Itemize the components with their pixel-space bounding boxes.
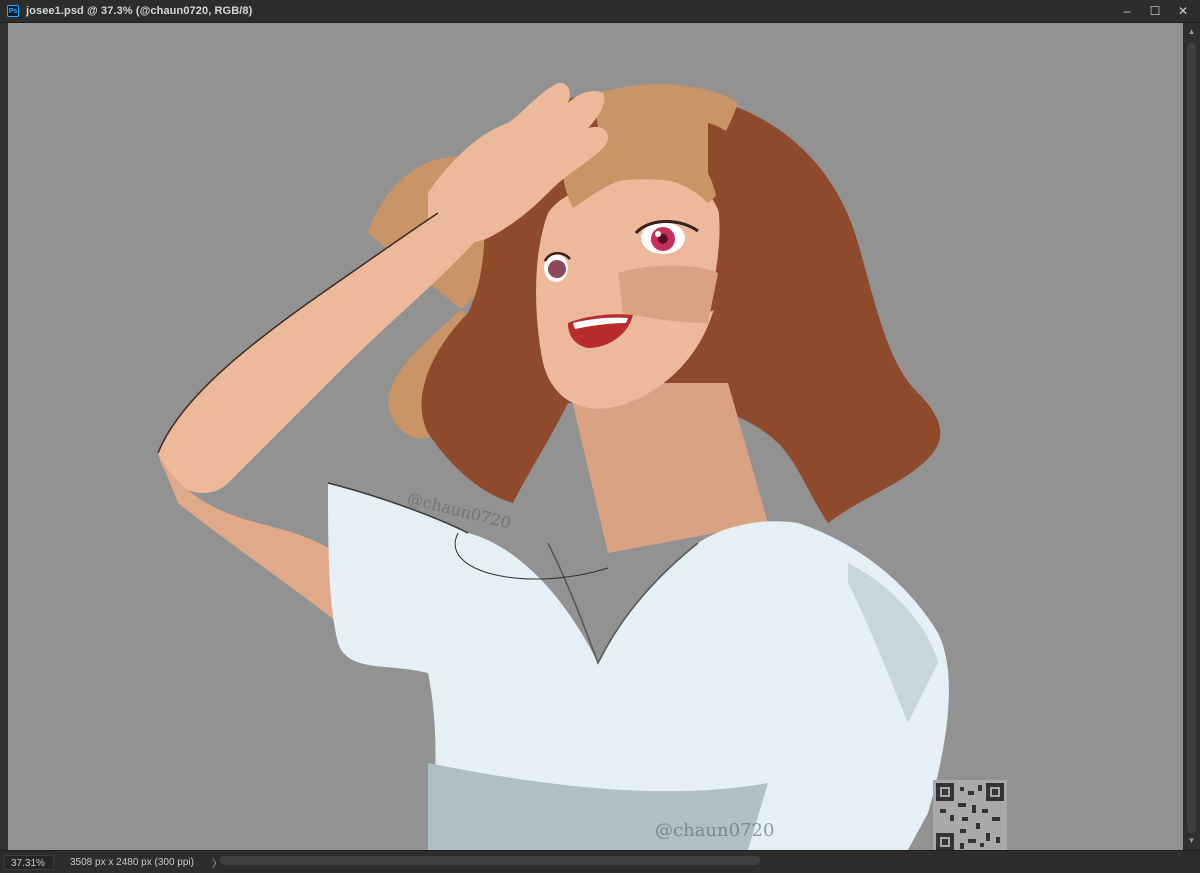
photoshop-app-icon: Ps bbox=[7, 5, 19, 17]
left-gutter bbox=[0, 23, 8, 850]
document-title: josee1.psd @ 37.3% (@chaun0720, RGB/8) bbox=[26, 5, 253, 17]
right-eye-highlight bbox=[655, 231, 661, 237]
scroll-down-icon[interactable]: ▼ bbox=[1183, 834, 1200, 848]
scroll-up-icon[interactable]: ▲ bbox=[1183, 25, 1200, 39]
artwork-illustration bbox=[157, 82, 949, 850]
vertical-scrollbar[interactable]: ▲ ▼ bbox=[1183, 23, 1200, 850]
minimize-icon: – bbox=[1123, 3, 1131, 18]
maximize-button[interactable]: ☐ bbox=[1142, 2, 1168, 19]
horizontal-scroll-thumb[interactable] bbox=[220, 856, 760, 865]
close-button[interactable]: ✕ bbox=[1170, 2, 1196, 19]
horizontal-scrollbar[interactable] bbox=[216, 853, 1183, 868]
photoshop-document-window: Ps josee1.psd @ 37.3% (@chaun0720, RGB/8… bbox=[0, 0, 1200, 873]
title-bar[interactable]: Ps josee1.psd @ 37.3% (@chaun0720, RGB/8… bbox=[0, 0, 1200, 23]
face-shadow bbox=[618, 265, 718, 323]
close-icon: ✕ bbox=[1177, 3, 1189, 18]
maximize-icon: ☐ bbox=[1149, 3, 1161, 18]
qr-code-icon bbox=[933, 780, 1007, 850]
window-controls: – ☐ ✕ bbox=[1114, 2, 1196, 19]
vertical-scroll-thumb[interactable] bbox=[1187, 43, 1196, 833]
watermark-bottom: @chaun0720 bbox=[655, 820, 775, 841]
left-iris bbox=[548, 260, 566, 278]
document-canvas[interactable]: @chaun0720 @chaun0720 bbox=[8, 23, 1183, 850]
zoom-level-field[interactable]: 37.31% bbox=[4, 854, 54, 870]
minimize-button[interactable]: – bbox=[1114, 2, 1140, 19]
document-info: 3508 px x 2480 px (300 ppi) bbox=[70, 856, 194, 868]
